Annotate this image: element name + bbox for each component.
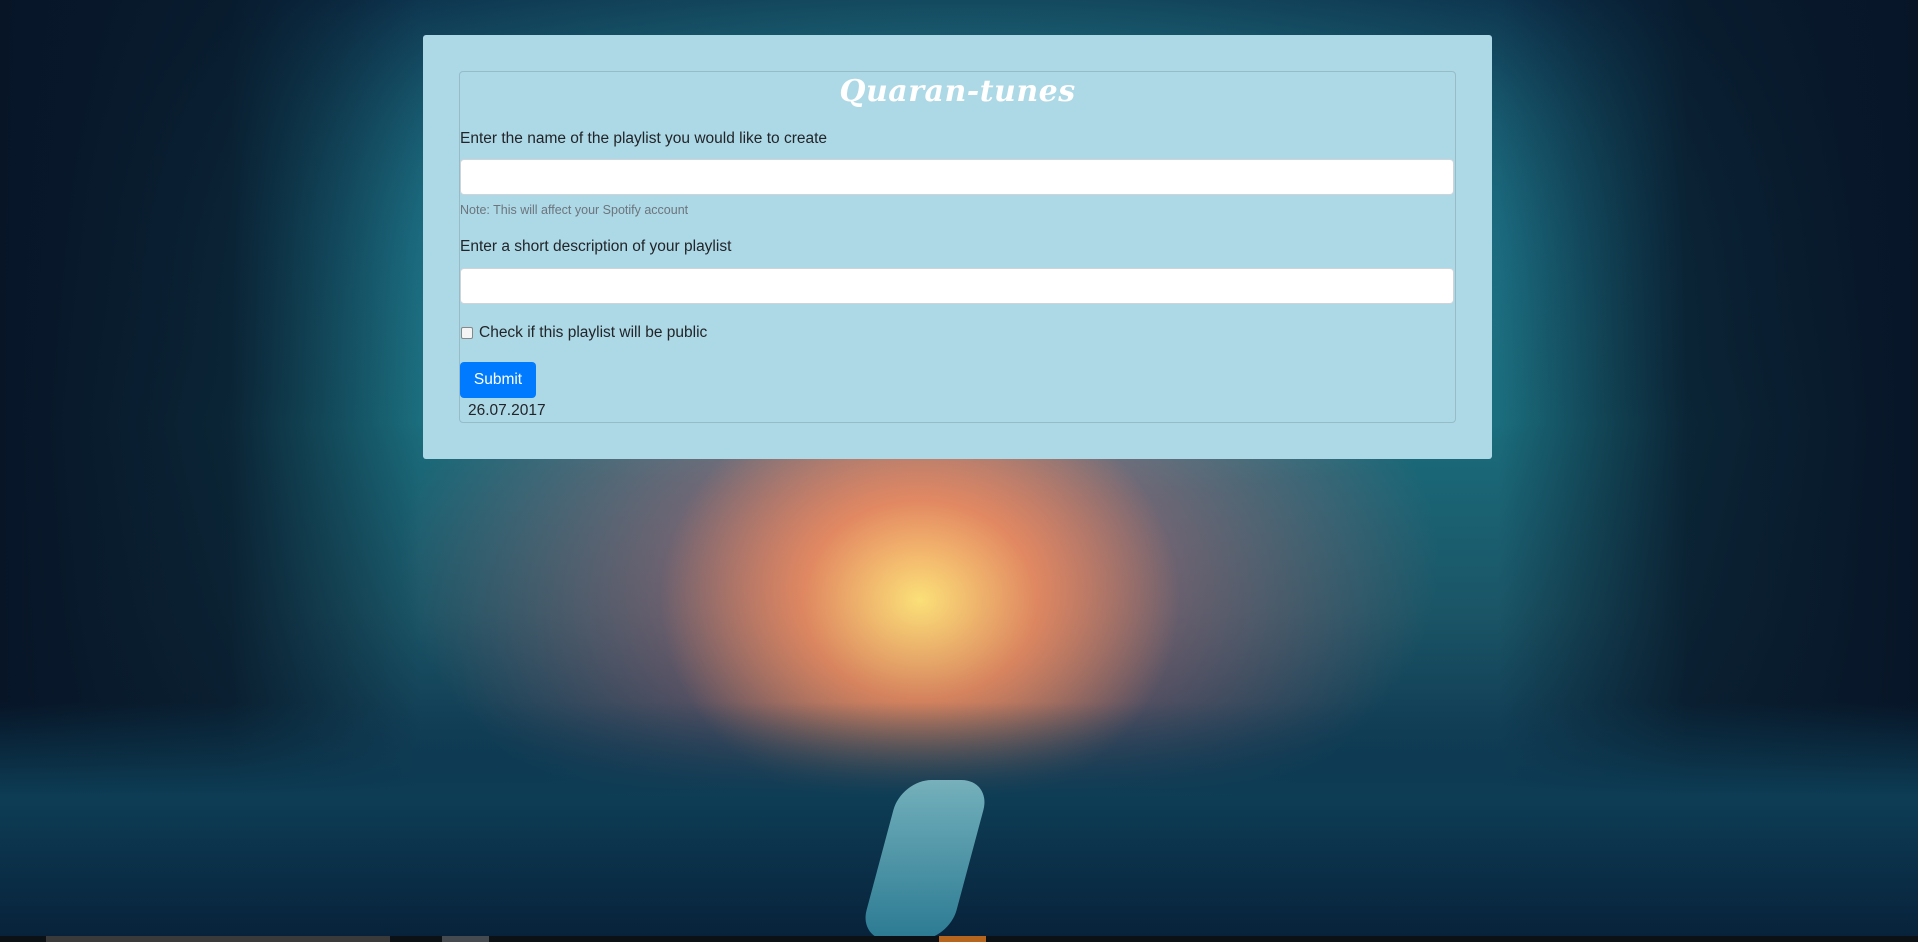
spotify-note: Note: This will affect your Spotify acco… bbox=[460, 203, 689, 217]
taskbar-item[interactable] bbox=[939, 936, 986, 942]
taskbar bbox=[0, 936, 1918, 942]
submit-button[interactable]: Submit bbox=[460, 362, 536, 398]
app-title: Quaran-tunes bbox=[839, 74, 1076, 109]
taskbar-item[interactable] bbox=[46, 936, 390, 942]
playlist-description-input[interactable] bbox=[460, 268, 1454, 304]
public-checkbox-label[interactable]: Check if this playlist will be public bbox=[479, 324, 707, 342]
playlist-description-label: Enter a short description of your playli… bbox=[460, 238, 732, 255]
playlist-name-input[interactable] bbox=[460, 159, 1454, 195]
form-card: Quaran-tunes Enter the name of the playl… bbox=[459, 71, 1456, 423]
playlist-name-label: Enter the name of the playlist you would… bbox=[460, 130, 828, 147]
public-checkbox[interactable] bbox=[461, 327, 473, 339]
date-text: 26.07.2017 bbox=[468, 402, 546, 419]
taskbar-item[interactable] bbox=[442, 936, 489, 942]
